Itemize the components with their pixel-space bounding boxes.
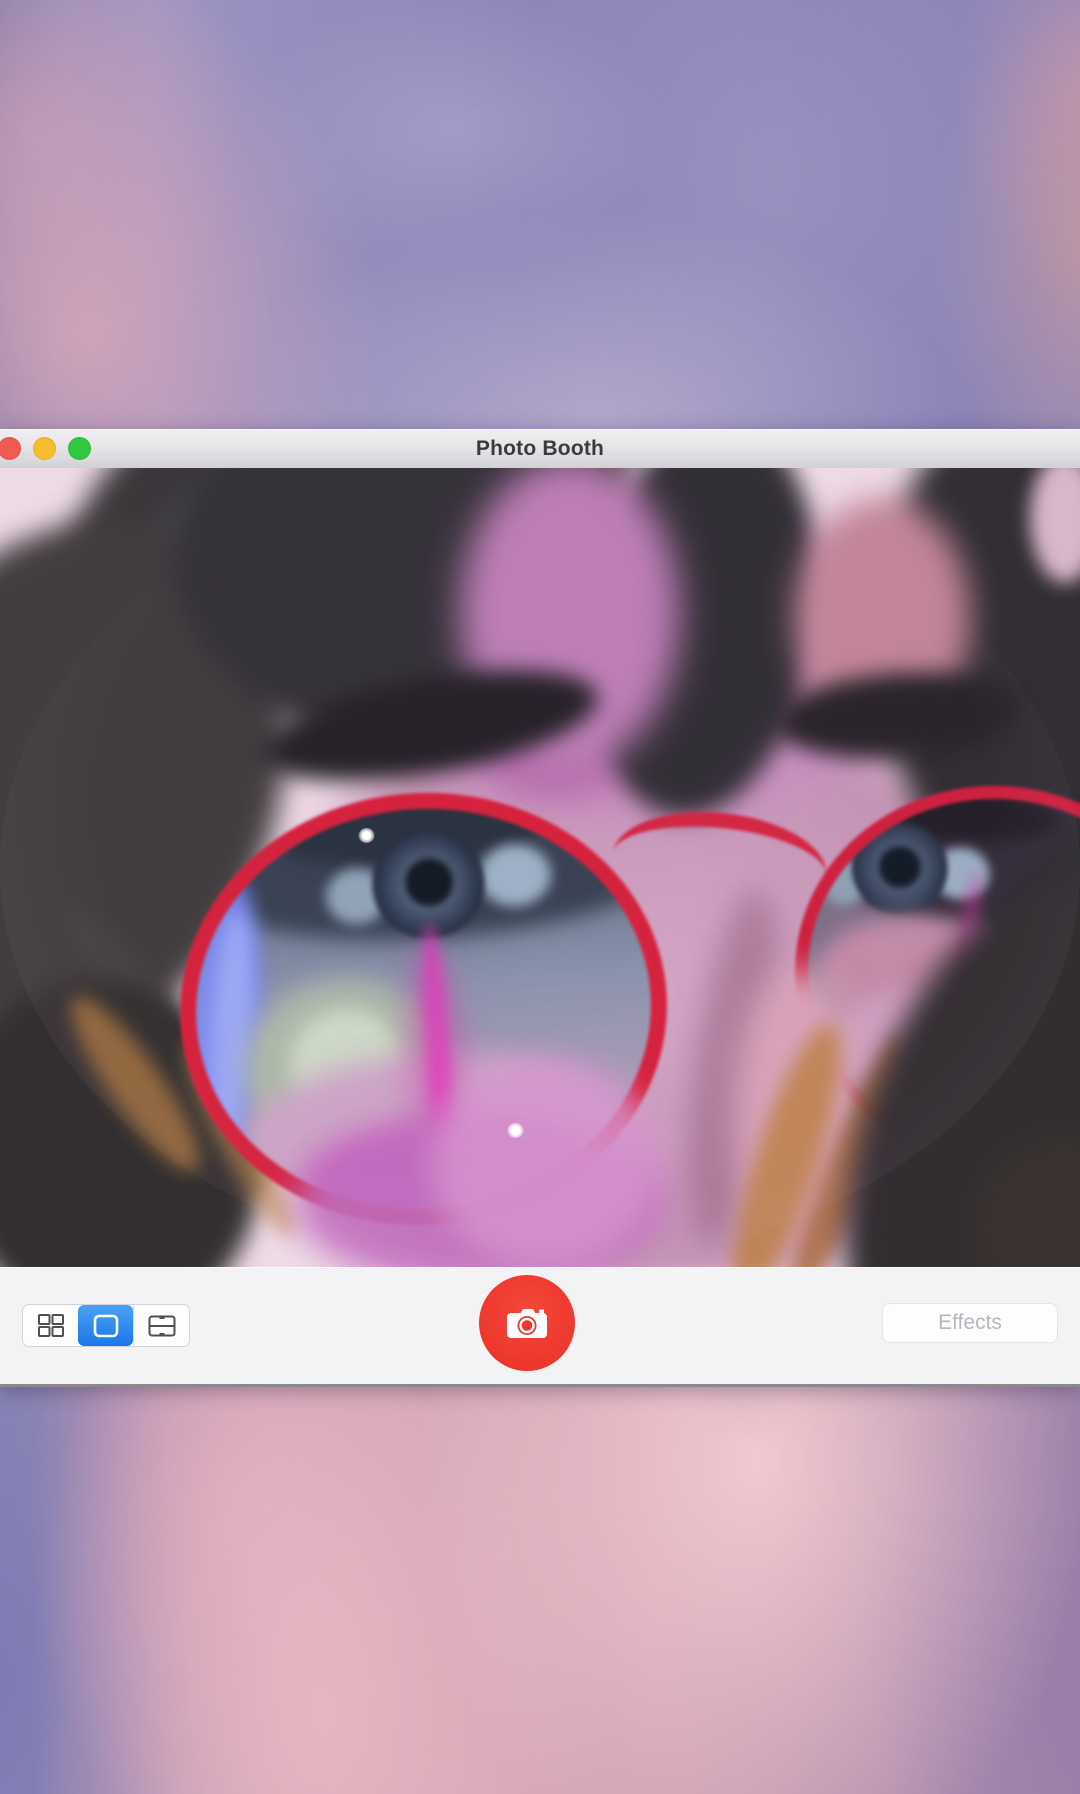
desktop-screen: { "window": { "title": "Photo Booth", "t… [0,0,1080,1794]
view-mode-four-up[interactable] [23,1305,78,1346]
window-title: Photo Booth [0,429,1080,468]
photo-booth-window: Photo Booth [0,429,1080,1387]
filmstrip-icon [147,1313,177,1339]
view-mode-segmented-control [22,1304,190,1347]
view-mode-single[interactable] [78,1305,133,1346]
title-bar: Photo Booth [0,429,1080,469]
grid-icon [36,1313,66,1339]
camera-icon [504,1305,550,1341]
take-photo-button[interactable] [479,1275,575,1371]
desktop-wallpaper-bottom [0,1387,1080,1794]
view-mode-film[interactable] [133,1305,189,1346]
desktop-wallpaper-top [0,0,1080,429]
camera-preview [0,468,1080,1267]
square-icon [91,1313,121,1339]
toolbar: Effects [0,1267,1080,1387]
photo-vignette [0,468,1080,1267]
effects-button[interactable]: Effects [882,1303,1058,1343]
